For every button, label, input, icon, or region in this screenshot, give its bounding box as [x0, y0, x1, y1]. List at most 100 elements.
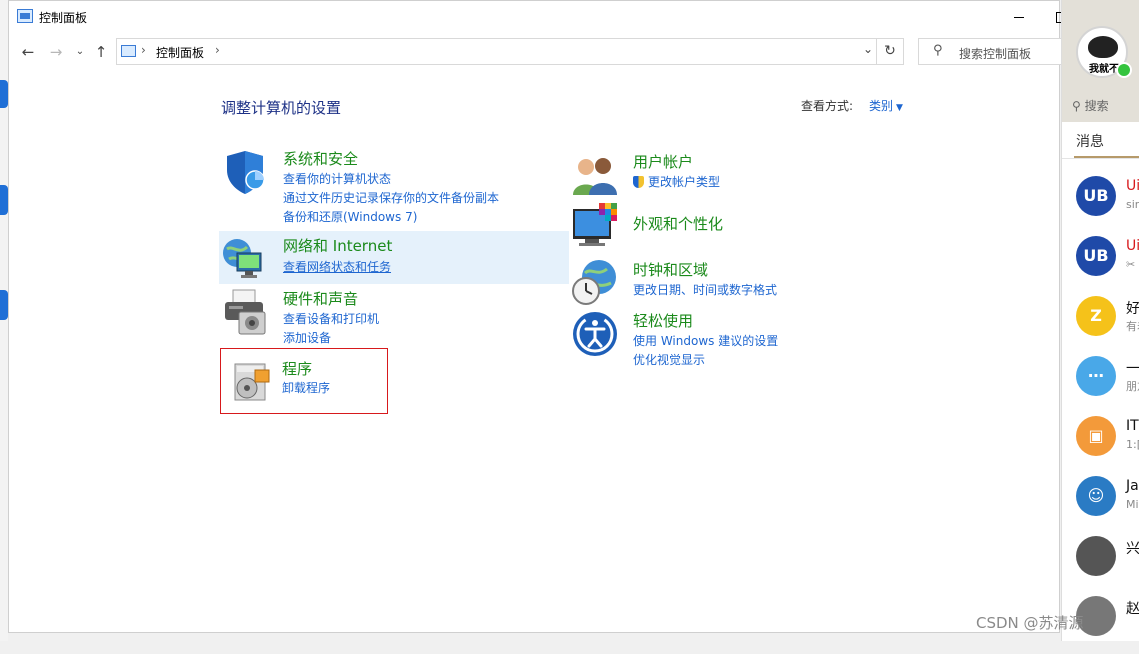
avatar-face [1088, 36, 1118, 58]
category-title[interactable]: 时钟和区域 [633, 259, 708, 280]
caret-down-icon[interactable]: ▼ [896, 103, 903, 113]
search-input[interactable]: ⚲ 搜索控制面板 [918, 38, 1068, 65]
chevron-down-icon[interactable]: ⌄ [71, 43, 89, 61]
view-by-value[interactable]: 类别 [869, 99, 893, 113]
contact-avatar[interactable]: Z [1076, 296, 1116, 336]
category-clock-region[interactable]: 时钟和区域 更改日期、时间或数字格式 [571, 259, 851, 305]
category-link[interactable]: 查看网络状态和任务 [283, 258, 391, 277]
search-placeholder: 搜索控制面板 [959, 47, 1032, 61]
contact-name: 一 [1126, 361, 1139, 377]
monitor-palette-icon [573, 203, 617, 246]
list-item[interactable]: UB Ui sir [1062, 174, 1139, 234]
category-hardware-sound[interactable]: 硬件和声音 查看设备和打印机 添加设备 [221, 288, 571, 345]
address-history-dropdown-icon[interactable]: ⌄ [863, 42, 873, 56]
address-input[interactable]: › 控制面板 › ⌄ [116, 38, 878, 65]
contact-avatar[interactable]: ☺ [1076, 476, 1116, 516]
maximize-icon[interactable] [1049, 5, 1061, 29]
category-title[interactable]: 用户帐户 [633, 151, 693, 172]
online-status-icon [1116, 62, 1132, 78]
category-link[interactable]: 更改帐户类型 [633, 173, 720, 192]
category-title[interactable]: 程序 [282, 358, 312, 379]
contact-avatar[interactable]: UB [1076, 176, 1116, 216]
category-programs[interactable]: 程序 卸载程序 [220, 348, 388, 414]
message-preview: 1:[ [1126, 438, 1139, 451]
control-panel-app-icon [17, 9, 33, 23]
message-preview: Mi [1126, 498, 1139, 511]
contact-avatar[interactable] [1076, 536, 1116, 576]
category-title[interactable]: 系统和安全 [283, 148, 358, 169]
users-icon [573, 158, 617, 195]
watermark: CSDN @苏清源 [976, 614, 1084, 632]
category-appearance[interactable]: 外观和个性化 [571, 203, 831, 253]
breadcrumb[interactable]: 控制面板 [156, 44, 204, 61]
message-preview: ✂ [1126, 258, 1136, 271]
category-link[interactable]: 通过文件历史记录保存你的文件备份副本 [283, 189, 499, 208]
search-icon: ⚲ [933, 43, 943, 58]
category-title[interactable]: 外观和个性化 [633, 213, 723, 234]
list-item[interactable]: 兴 [1062, 534, 1139, 594]
message-preview: sir [1126, 198, 1139, 211]
contact-name: IT [1126, 418, 1139, 434]
accessibility-icon [573, 312, 617, 356]
category-link[interactable]: 卸载程序 [282, 379, 330, 398]
qq-search[interactable]: ⚲ 搜索 [1072, 97, 1109, 114]
page-title: 调整计算机的设置 [221, 99, 342, 117]
category-link[interactable]: 查看你的计算机状态 [283, 170, 499, 189]
printer-icon [225, 289, 266, 335]
contact-name: Ja [1126, 478, 1139, 494]
list-item[interactable]: ⋯ 一朋友 [1062, 354, 1139, 414]
divider [1062, 158, 1139, 159]
message-preview: 有着 [1126, 320, 1139, 333]
category-link[interactable]: 使用 Windows 建议的设置 [633, 332, 778, 351]
programs-disc-icon [234, 363, 270, 401]
address-bar-row: ← → ⌄ ↑ › 控制面板 › ⌄ ↻ ⚲ 搜索控制面板 [9, 35, 1068, 69]
category-link[interactable]: 优化视觉显示 [633, 351, 778, 370]
qq-header: 我就不 ⚲ 搜索 [1062, 0, 1139, 122]
network-globe-icon [223, 239, 262, 278]
qq-chat-panel: 我就不 ⚲ 搜索 消息 UBUisirUBUi✂Z好有着⋯一朋友▣IT1:[☺J… [1061, 0, 1139, 641]
category-link[interactable]: 查看设备和打印机 [283, 310, 379, 329]
desktop-icon-fragment [0, 290, 8, 320]
message-preview: 朋友 [1126, 380, 1139, 393]
clock-globe-icon [572, 260, 616, 305]
category-link[interactable]: 更改日期、时间或数字格式 [633, 281, 777, 300]
desktop-edge [0, 0, 8, 641]
control-panel-small-icon [121, 45, 136, 57]
category-title[interactable]: 轻松使用 [633, 310, 693, 331]
category-ease-of-access[interactable]: 轻松使用 使用 Windows 建议的设置 优化视觉显示 [571, 310, 851, 367]
list-item[interactable]: ▣ IT 1:[ [1062, 414, 1139, 474]
shield-icon [227, 151, 265, 194]
list-item[interactable]: ☺ Ja Mi [1062, 474, 1139, 534]
view-by-label: 查看方式: [801, 99, 854, 113]
list-item[interactable]: UB Ui ✂ [1062, 234, 1139, 294]
tab-messages[interactable]: 消息 [1076, 131, 1104, 151]
category-system-security[interactable]: 系统和安全 查看你的计算机状态 通过文件历史记录保存你的文件备份副本 备份和还原… [221, 148, 571, 226]
desktop-icon-fragment [0, 80, 8, 108]
contact-name: Ui [1126, 178, 1139, 194]
minimize-icon[interactable] [1004, 5, 1034, 29]
breadcrumb-separator-icon[interactable]: › [141, 43, 146, 57]
category-link[interactable]: 备份和还原(Windows 7) [283, 208, 499, 227]
window-title: 控制面板 [39, 11, 88, 25]
category-user-accounts[interactable]: 用户帐户 更改帐户类型 [571, 151, 831, 195]
breadcrumb-separator-icon[interactable]: › [215, 43, 220, 57]
back-arrow-icon[interactable]: ← [19, 43, 37, 61]
contact-avatar[interactable]: ⋯ [1076, 356, 1116, 396]
up-arrow-icon[interactable]: ↑ [92, 43, 110, 61]
category-network-internet[interactable]: 网络和 Internet 查看网络状态和任务 [219, 231, 569, 284]
uac-shield-icon [633, 176, 644, 188]
title-bar: 控制面板 [9, 1, 1061, 33]
view-by-dropdown[interactable]: 类别 ▼ [869, 97, 903, 114]
contact-name: 兴 [1126, 541, 1139, 557]
contact-avatar[interactable]: ▣ [1076, 416, 1116, 456]
category-title[interactable]: 硬件和声音 [283, 288, 358, 309]
forward-arrow-icon[interactable]: → [47, 43, 65, 61]
contact-name: 好 [1126, 301, 1139, 317]
list-item[interactable]: Z好有着 [1062, 294, 1139, 354]
category-title[interactable]: 网络和 Internet [283, 235, 392, 256]
contact-name: Ui [1126, 238, 1139, 254]
contact-avatar[interactable]: UB [1076, 236, 1116, 276]
category-link-label[interactable]: 更改帐户类型 [648, 175, 720, 189]
category-link[interactable]: 添加设备 [283, 329, 379, 348]
refresh-icon[interactable]: ↻ [876, 38, 904, 65]
